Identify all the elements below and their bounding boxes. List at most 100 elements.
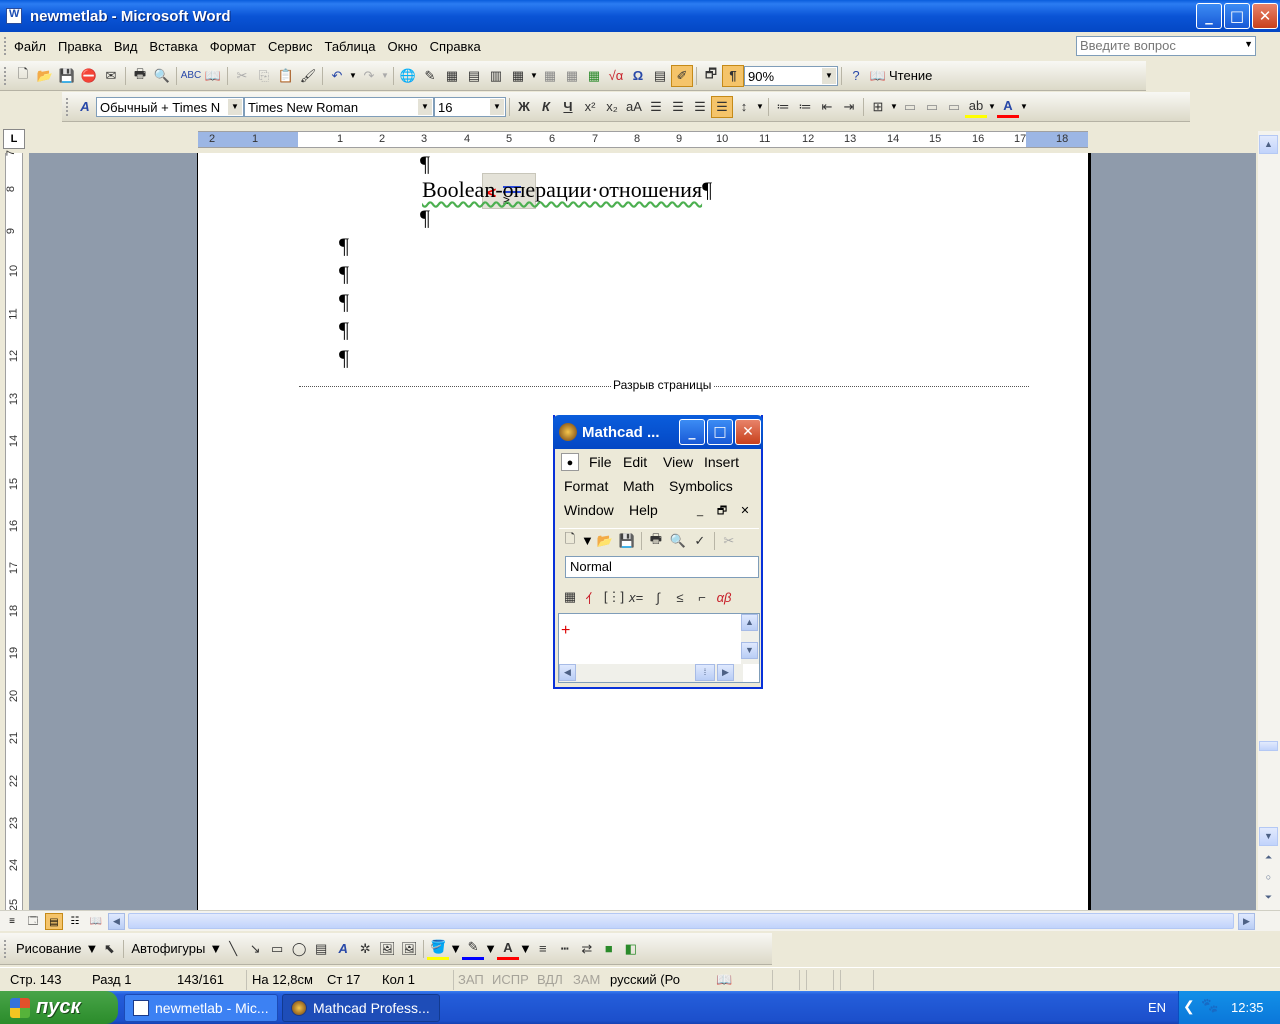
border-top-icon[interactable]: ▭ [899,96,921,118]
mathcad-close-button[interactable]: ✕ [735,419,761,445]
reading-view-icon[interactable]: 📖 [87,913,105,930]
matrix-icon[interactable]: [⋮] [603,586,625,608]
excel-sheet-icon[interactable]: ▦ [583,65,605,87]
mathcad-save-icon[interactable]: 💾 [616,530,638,552]
mathcad-vertical-scrollbar[interactable]: ▲ ▼ [741,614,759,664]
mathcad-menu-insert[interactable]: Insert [704,454,739,470]
previous-page-icon[interactable]: ⏶ [1259,849,1278,868]
tray-app-icon[interactable]: 🐾 [1201,997,1218,1014]
mathcad-worksheet[interactable]: + ▲ ▼ ◀ ⁞ ▶ [558,613,760,683]
permission-icon[interactable]: ⛔ [78,65,100,87]
undo-icon[interactable]: ↶ [326,65,348,87]
status-track-changes[interactable]: ИСПР [492,972,529,987]
toolbar-grip[interactable] [4,66,8,85]
mathcad-menu-format[interactable]: Format [564,478,608,494]
arrow-icon[interactable]: ↘ [244,938,266,960]
evaluation-icon[interactable]: x= [625,586,647,608]
3d-style-icon[interactable]: ◧ [620,938,642,960]
mathcad-scroll-right-icon[interactable]: ▶ [717,664,734,681]
table-dropdown-icon[interactable]: ▼ [529,71,539,80]
draw-dropdown-icon[interactable]: ▼ [85,941,98,956]
select-objects-icon[interactable]: ⬉ [98,938,120,960]
menu-edit[interactable]: Правка [52,39,108,54]
mathcad-menu-help[interactable]: Help [629,502,658,518]
scroll-thumb[interactable] [1259,741,1278,751]
scroll-up-icon[interactable]: ▲ [1259,135,1278,154]
taskbar-mathcad-button[interactable]: Mathcad Profess... [282,994,440,1022]
align-center-icon[interactable]: ☰ [667,96,689,118]
line-color-dropdown-icon[interactable]: ▼ [484,941,497,956]
equation-icon[interactable]: √α [605,65,627,87]
bullets-icon[interactable]: ≔ [794,96,816,118]
next-page-icon[interactable]: ⏷ [1259,889,1278,908]
draw-font-color-icon[interactable]: A [496,938,519,960]
mathcad-doc-icon[interactable]: ● [561,453,579,471]
vertical-ruler[interactable]: 7 8 9 10 11 12 13 14 15 16 17 18 19 20 2… [5,150,23,911]
print-layout-view-icon[interactable]: ▤ [45,913,63,930]
copy-icon[interactable]: ⎘ [253,65,275,87]
mathcad-cut-icon[interactable]: ✂ [718,530,740,552]
scroll-left-icon[interactable]: ◀ [108,913,125,930]
language-indicator[interactable]: EN [1148,1000,1166,1015]
rectangle-icon[interactable]: ▭ [266,938,288,960]
draw-table-icon[interactable]: ▦ [539,65,561,87]
hyperlink-icon[interactable]: 🌐 [397,65,419,87]
insert-excel-icon[interactable]: ▤ [463,65,485,87]
mathcad-menu-window[interactable]: Window [564,502,614,518]
dash-style-icon[interactable]: ┅ [554,938,576,960]
insert-table-icon[interactable]: ▦ [441,65,463,87]
status-extend[interactable]: ВДЛ [537,972,563,987]
select-browse-object-icon[interactable]: ○ [1259,869,1278,888]
status-record[interactable]: ЗАП [458,972,484,987]
word-app-icon[interactable] [6,8,22,24]
greek-icon[interactable]: αβ [713,586,735,608]
mathcad-titlebar[interactable]: Mathcad ... _ □ ✕ [553,415,763,449]
font-color-dropdown-icon[interactable]: ▼ [1019,102,1029,111]
status-overtype[interactable]: ЗАМ [573,972,600,987]
outline-view-icon[interactable]: ☷ [66,913,84,930]
mathcad-window[interactable]: Mathcad ... _ □ ✕ ● File Edit View Inser… [553,415,763,689]
borders-icon[interactable]: ⊞ [867,96,889,118]
mathcad-menu-view[interactable]: View [663,454,693,470]
format-painter-icon[interactable]: 🖌 [297,65,319,87]
mathcad-style-select[interactable]: Normal [565,556,759,578]
style-dropdown-icon[interactable]: ▼ [228,98,242,115]
tray-expand-icon[interactable]: ❮ [1183,998,1195,1015]
menu-tools[interactable]: Сервис [262,39,319,54]
fill-color-icon[interactable]: 🪣 [427,938,450,960]
shadow-style-icon[interactable]: ■ [598,938,620,960]
scroll-down-icon[interactable]: ▼ [1259,827,1278,846]
ask-dropdown-icon[interactable]: ▼ [1244,39,1253,49]
calculus-icon[interactable]: ∫ [647,586,669,608]
maximize-button[interactable]: □ [1224,3,1250,29]
undo-dropdown-icon[interactable]: ▼ [348,71,358,80]
reading-button[interactable]: Чтение [889,68,938,83]
diagram-icon[interactable]: ✲ [354,938,376,960]
email-icon[interactable]: ✉ [100,65,122,87]
subscript-icon[interactable]: x₂ [601,96,623,118]
programming-icon[interactable]: ⌐ [691,586,713,608]
reading-icon[interactable]: 📖 [867,65,889,87]
menu-window[interactable]: Окно [381,39,423,54]
columns-icon[interactable]: ▥ [485,65,507,87]
line-icon[interactable]: ╲ [222,938,244,960]
tab-selector[interactable]: L [3,129,25,149]
justify-icon[interactable]: ☰ [711,95,733,118]
menu-insert[interactable]: Вставка [143,39,203,54]
horizontal-scroll-thumb[interactable] [128,913,1234,929]
line-spacing-icon[interactable]: ↕ [733,96,755,118]
mathcad-horizontal-scrollbar[interactable]: ◀ ⁞ ▶ [559,664,743,682]
font-dropdown-icon[interactable]: ▼ [418,98,432,115]
draw-font-color-dropdown-icon[interactable]: ▼ [519,941,532,956]
research-icon[interactable]: 📖 [202,65,224,87]
grid-icon[interactable]: ▦ [561,65,583,87]
drawing-icon[interactable]: ✐ [671,64,693,87]
underline-icon[interactable]: Ч [557,96,579,118]
line-color-icon[interactable]: ✎ [462,938,485,960]
toolbar-grip[interactable] [4,939,8,958]
scroll-right-icon[interactable]: ▶ [1238,913,1255,930]
mathcad-menu-symbolics[interactable]: Symbolics [669,478,733,494]
boolean-icon[interactable]: ≤ [669,586,691,608]
open-icon[interactable]: 📂 [34,65,56,87]
start-button[interactable]: пуск [0,991,118,1024]
